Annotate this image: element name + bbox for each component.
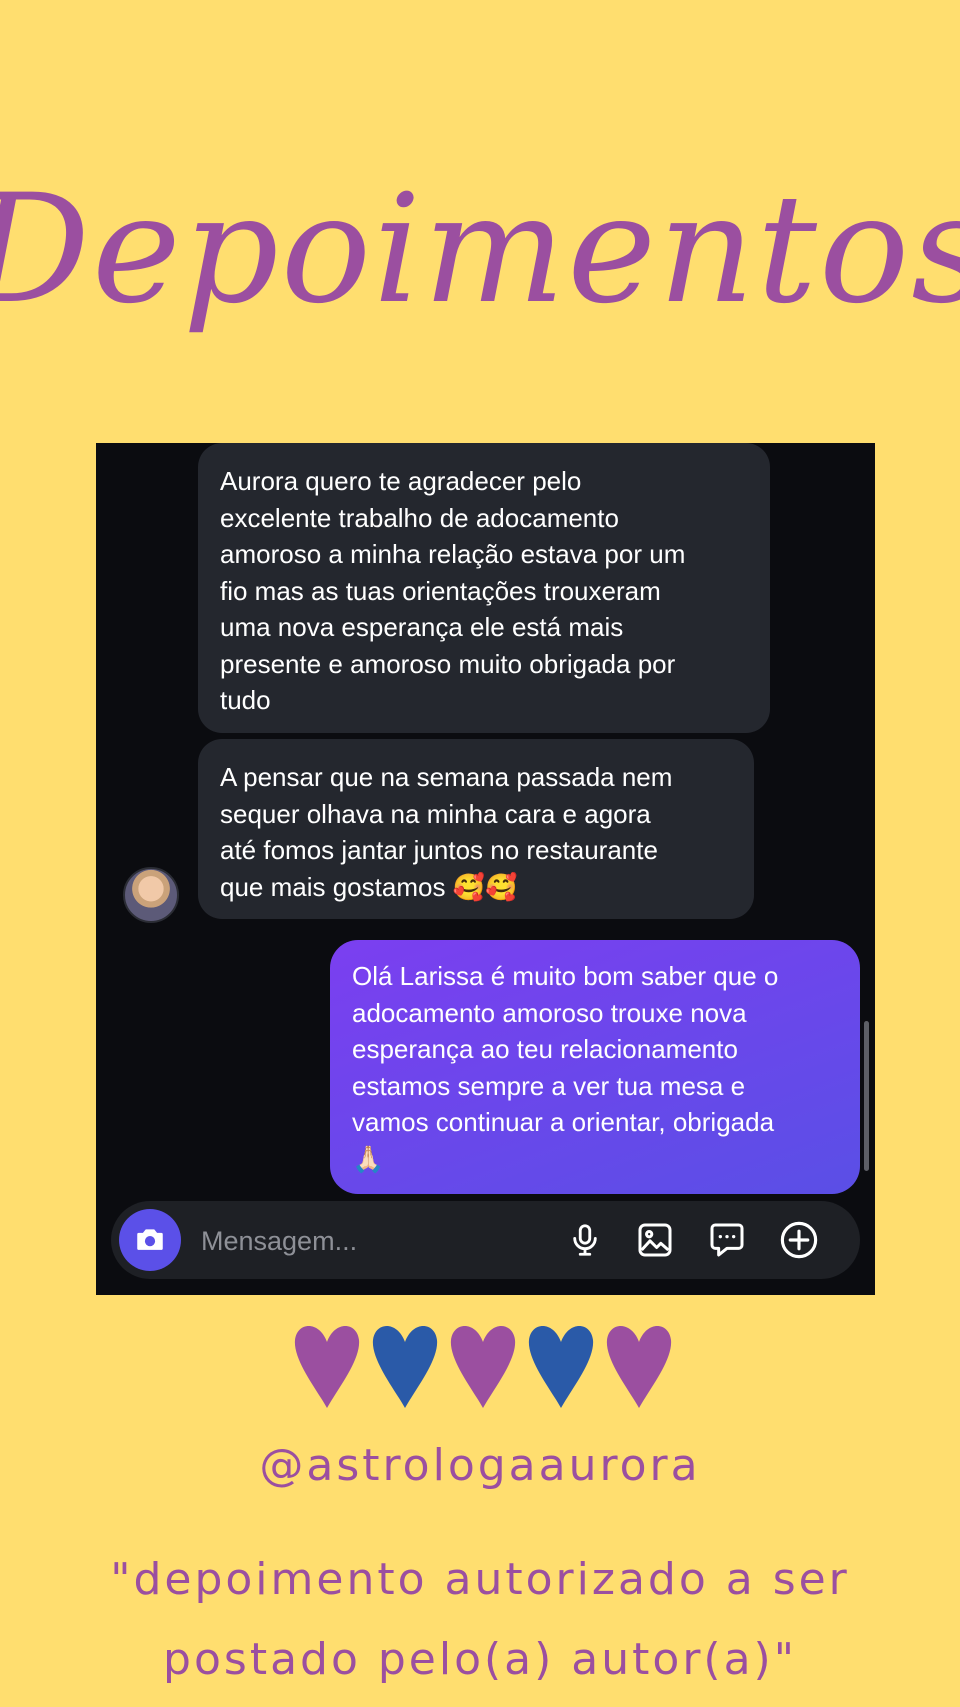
camera-button[interactable]: [119, 1209, 181, 1271]
gallery-button[interactable]: [633, 1218, 677, 1262]
page-title: Depoimentos: [0, 163, 960, 337]
scrollbar[interactable]: [864, 1021, 869, 1171]
gallery-icon: [638, 1223, 672, 1257]
incoming-message: Aurora quero te agradecer pelo excelente…: [198, 443, 770, 733]
plus-icon: [780, 1221, 818, 1259]
heart-icon: [528, 1326, 594, 1408]
heart-icon: [372, 1326, 438, 1408]
heart-icon: [450, 1326, 516, 1408]
instagram-handle: @astrologaaurora: [259, 1440, 701, 1491]
microphone-button[interactable]: [563, 1218, 607, 1262]
microphone-icon: [573, 1224, 597, 1256]
outgoing-message: Olá Larissa é muito bom saber que o adoc…: [330, 940, 860, 1194]
sticker-button[interactable]: [705, 1218, 749, 1262]
authorization-note: "depoimento autorizado a ser postado pel…: [110, 1554, 850, 1685]
hearts-decoration: [294, 1326, 672, 1408]
incoming-message: A pensar que na semana passada nem seque…: [198, 739, 754, 919]
message-input[interactable]: [199, 1220, 503, 1262]
avatar[interactable]: [123, 867, 179, 923]
sticker-icon: [710, 1223, 744, 1257]
heart-icon: [294, 1326, 360, 1408]
camera-icon: [137, 1229, 163, 1250]
heart-icon: [606, 1326, 672, 1408]
add-button[interactable]: [777, 1218, 821, 1262]
chat-screenshot: Aurora quero te agradecer pelo excelente…: [96, 443, 875, 1295]
message-composer: [111, 1201, 860, 1279]
